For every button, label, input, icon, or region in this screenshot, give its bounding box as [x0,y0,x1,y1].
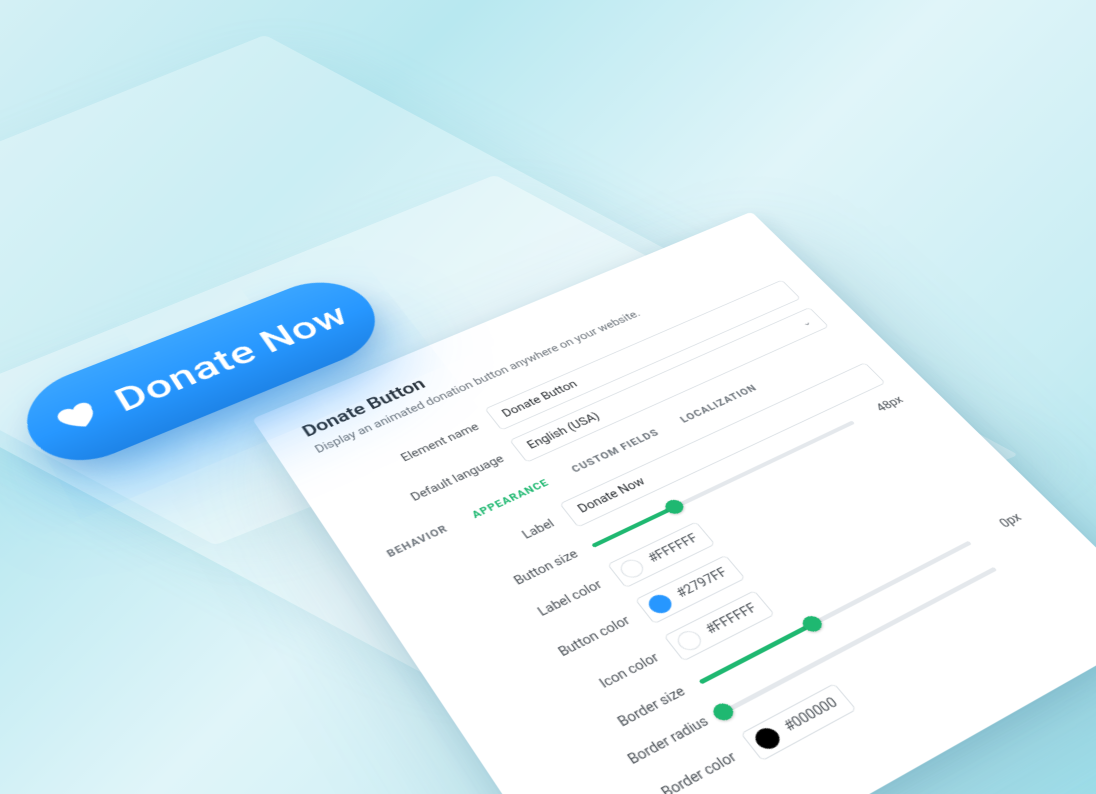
settings-panel: Donate Button Display an animated donati… [252,212,1096,794]
heart-icon [51,396,108,440]
label-color-value: #FFFFFF [646,532,702,566]
border-size-readout: 0px [976,511,1025,542]
icon-color-swatch [673,628,705,654]
button-size-readout: 48px [859,394,906,421]
border-color-swatch [751,725,785,754]
icon-color-value: #FFFFFF [703,602,760,638]
label-color-swatch [617,557,648,582]
border-color-value: #000000 [781,696,841,735]
border-radius-readout [1006,542,1045,563]
tab-behavior[interactable]: BEHAVIOR [385,523,451,559]
default-language-value: English (USA) [525,411,603,452]
chevron-down-icon: ⌄ [799,317,814,328]
scene-root: Donate Now Donate Button Display an anim… [0,0,1096,794]
button-color-swatch [644,592,676,617]
button-color-value: #2797FF [674,566,731,601]
appearance-label-value: Donate Now [576,476,648,516]
